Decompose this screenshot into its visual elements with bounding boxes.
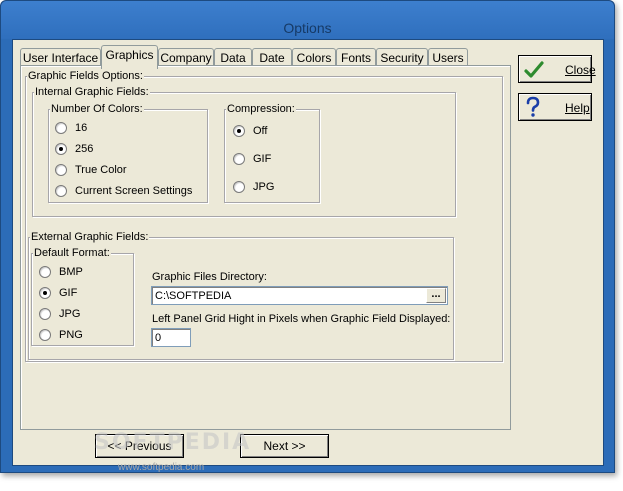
radio-circle: [39, 308, 51, 320]
radio-compression-off[interactable]: Off: [233, 125, 267, 137]
radio-compression-gif[interactable]: GIF: [233, 153, 271, 165]
radio-colors-16[interactable]: 16: [55, 122, 87, 134]
graphic-files-directory-label: Graphic Files Directory:: [152, 271, 267, 283]
external-graphic-fields-legend: External Graphic Fields:: [30, 231, 150, 243]
grid-height-label: Left Panel Grid Hight in Pixels when Gra…: [152, 313, 451, 325]
radio-format-png[interactable]: PNG: [39, 329, 83, 341]
check-icon: [524, 61, 544, 78]
options-window: Options User Interface Graphics Company …: [0, 0, 615, 473]
help-button[interactable]: Help: [518, 93, 592, 121]
radio-circle-checked: [55, 143, 67, 155]
radio-circle: [55, 164, 67, 176]
title-bar[interactable]: Options: [1, 1, 614, 39]
close-button[interactable]: Close: [518, 55, 596, 83]
default-format-legend: Default Format:: [33, 247, 111, 259]
radio-colors-true-color[interactable]: True Color: [55, 164, 127, 176]
softpedia-watermark: SOFTPEDIA: [94, 430, 252, 455]
radio-format-jpg[interactable]: JPG: [39, 308, 80, 320]
graphic-fields-options-legend: Graphic Fields Options:: [27, 70, 144, 82]
radio-circle-checked: [233, 125, 245, 137]
radio-format-bmp[interactable]: BMP: [39, 266, 83, 278]
radio-format-gif[interactable]: GIF: [39, 287, 77, 299]
window-title: Options: [283, 20, 332, 36]
compression-legend: Compression:: [226, 103, 296, 115]
graphic-files-directory-input[interactable]: C:\SOFTPEDIA ...: [151, 286, 448, 305]
graphics-tab-panel: Graphic Fields Options: Internal Graphic…: [20, 65, 511, 430]
radio-circle: [39, 329, 51, 341]
radio-colors-current-screen[interactable]: Current Screen Settings: [55, 185, 192, 197]
internal-graphic-fields-legend: Internal Graphic Fields:: [34, 86, 150, 98]
radio-circle: [233, 181, 245, 193]
dialog-client-area: User Interface Graphics Company Data Dat…: [12, 39, 604, 466]
number-of-colors-legend: Number Of Colors:: [50, 103, 144, 115]
radio-circle: [39, 266, 51, 278]
radio-compression-jpg[interactable]: JPG: [233, 181, 274, 193]
grid-height-input[interactable]: 0: [151, 328, 191, 347]
radio-circle: [55, 122, 67, 134]
radio-circle: [55, 185, 67, 197]
softpedia-watermark-url: www.softpedia.com: [118, 462, 205, 473]
radio-circle: [233, 153, 245, 165]
next-button[interactable]: Next >>: [240, 434, 329, 458]
browse-directory-button[interactable]: ...: [426, 288, 446, 303]
tab-graphics[interactable]: Graphics: [101, 45, 158, 69]
radio-colors-256[interactable]: 256: [55, 143, 93, 155]
question-mark-icon: [526, 96, 540, 117]
radio-circle-checked: [39, 287, 51, 299]
